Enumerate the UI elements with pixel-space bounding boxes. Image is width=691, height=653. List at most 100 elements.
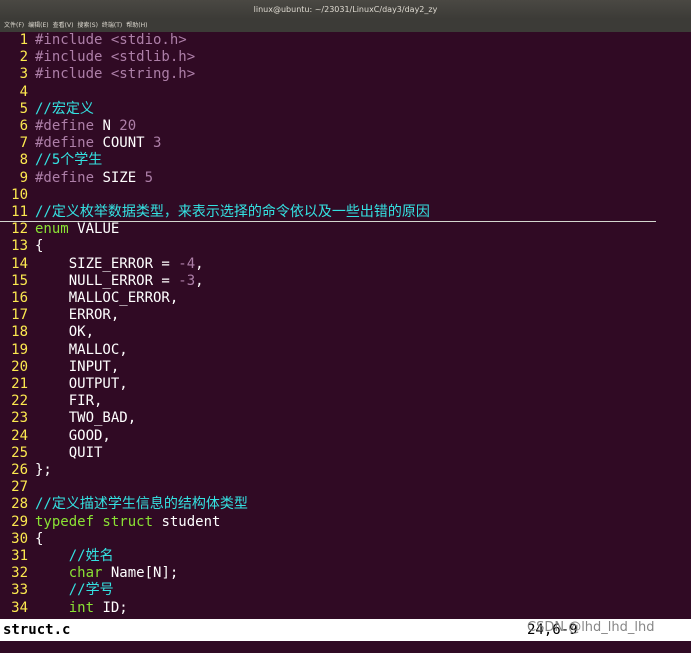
- code-text: ERROR,: [35, 307, 120, 323]
- code-line[interactable]: 31 //姓名: [0, 548, 691, 565]
- line-number: 3: [19, 66, 28, 82]
- line-number: 15: [11, 273, 28, 289]
- code-line[interactable]: 18 OK,: [0, 324, 691, 341]
- line-number: 1: [19, 32, 28, 48]
- code-token: TWO_BAD,: [35, 410, 137, 426]
- line-number: 14: [11, 256, 28, 272]
- menu-item[interactable]: 文件(F): [4, 22, 24, 29]
- code-line[interactable]: 7 #define COUNT 3: [0, 135, 691, 152]
- code-line[interactable]: 25 QUIT: [0, 445, 691, 462]
- code-token: typedef struct: [35, 514, 162, 530]
- menu-item[interactable]: 终端(T): [102, 22, 122, 29]
- code-text: //姓名: [35, 548, 114, 564]
- code-line[interactable]: 24 GOOD,: [0, 428, 691, 445]
- code-token: char: [68, 565, 111, 581]
- menu-item[interactable]: 搜索(S): [77, 22, 98, 29]
- line-number: 8: [19, 152, 28, 168]
- code-line[interactable]: 1 #include <stdio.h>: [0, 32, 691, 49]
- line-number: 34: [11, 600, 28, 616]
- code-text: int ID;: [35, 600, 128, 616]
- code-text: NULL_ERROR = -3,: [35, 273, 204, 289]
- code-line[interactable]: 34 int ID;: [0, 600, 691, 617]
- code-line[interactable]: 10: [0, 187, 691, 204]
- line-number: 6: [19, 118, 28, 134]
- code-line[interactable]: 26};: [0, 462, 691, 479]
- code-token: 20: [119, 118, 137, 134]
- line-number: 13: [11, 238, 28, 254]
- code-token: SIZE: [102, 170, 145, 186]
- code-token: //定义描述学生信息的结构体类型: [35, 496, 248, 512]
- code-line[interactable]: 16 MALLOC_ERROR,: [0, 290, 691, 307]
- code-text: GOOD,: [35, 428, 111, 444]
- code-token: OUTPUT,: [35, 376, 128, 392]
- code-text: #include <string.h>: [35, 66, 195, 82]
- code-line[interactable]: 32 char Name[N];: [0, 565, 691, 582]
- line-number: 26: [11, 462, 28, 478]
- line-number: 33: [11, 582, 28, 598]
- code-text: OK,: [35, 324, 94, 340]
- code-line[interactable]: 14 SIZE_ERROR = -4,: [0, 256, 691, 273]
- line-number: 29: [11, 514, 28, 530]
- code-line[interactable]: 8 //5个学生: [0, 152, 691, 169]
- code-token: 3: [153, 135, 162, 151]
- line-number: 31: [11, 548, 28, 564]
- code-token: -3: [178, 273, 196, 289]
- command-line[interactable]: [0, 641, 691, 653]
- code-text: //定义枚举数据类型，来表示选择的命令依以及一些出错的原因: [35, 204, 430, 220]
- code-text: {: [35, 238, 43, 254]
- code-text: FIR,: [35, 393, 103, 409]
- code-token: FIR,: [35, 393, 103, 409]
- code-line[interactable]: 3 #include <string.h>: [0, 66, 691, 83]
- line-number: 10: [11, 187, 28, 203]
- code-line[interactable]: 2 #include <stdlib.h>: [0, 49, 691, 66]
- code-token: <string.h>: [110, 66, 196, 82]
- code-token: {: [35, 238, 44, 254]
- code-text: #define COUNT 3: [35, 135, 161, 151]
- code-line[interactable]: 15 NULL_ERROR = -3,: [0, 273, 691, 290]
- code-line[interactable]: 23 TWO_BAD,: [0, 410, 691, 427]
- menu-item[interactable]: 帮助(H): [126, 22, 147, 29]
- code-token: <stdio.h>: [110, 32, 187, 48]
- code-line[interactable]: 20 INPUT,: [0, 359, 691, 376]
- code-token: N: [102, 118, 120, 134]
- code-token: ,: [195, 256, 204, 272]
- code-text: enum VALUE: [35, 221, 119, 237]
- window-title: linux@ubuntu: ~/23031/LinuxC/day3/day2_z…: [0, 0, 691, 19]
- code-line[interactable]: 12 enum VALUE: [0, 221, 691, 238]
- code-line[interactable]: 19 MALLOC,: [0, 342, 691, 359]
- code-line[interactable]: 4: [0, 84, 691, 101]
- code-text: INPUT,: [35, 359, 120, 375]
- code-token: Name[N];: [110, 565, 179, 581]
- code-line[interactable]: 27: [0, 479, 691, 496]
- code-line[interactable]: 33 //学号: [0, 582, 691, 599]
- code-line[interactable]: 22 FIR,: [0, 393, 691, 410]
- terminal-window: linux@ubuntu: ~/23031/LinuxC/day3/day2_z…: [0, 0, 691, 653]
- code-line[interactable]: 6 #define N 20: [0, 118, 691, 135]
- menu-item[interactable]: 查看(V): [53, 22, 74, 29]
- code-line[interactable]: 29 typedef struct student: [0, 514, 691, 531]
- code-line[interactable]: 9 #define SIZE 5: [0, 170, 691, 187]
- code-line[interactable]: 13 {: [0, 238, 691, 255]
- line-number: 9: [19, 170, 28, 186]
- code-line[interactable]: 28 //定义描述学生信息的结构体类型: [0, 496, 691, 513]
- code-line[interactable]: 11 //定义枚举数据类型，来表示选择的命令依以及一些出错的原因: [0, 204, 656, 222]
- code-text: #include <stdio.h>: [35, 32, 187, 48]
- code-line[interactable]: 30 {: [0, 531, 691, 548]
- code-line[interactable]: 17 ERROR,: [0, 307, 691, 324]
- code-token: ID;: [102, 600, 128, 616]
- line-number: 23: [11, 410, 28, 426]
- code-text: //5个学生: [35, 152, 102, 168]
- code-token: {: [35, 531, 44, 547]
- line-number: 20: [11, 359, 28, 375]
- menu-item[interactable]: 编辑(E): [28, 22, 48, 29]
- code-token: MALLOC_ERROR,: [35, 290, 179, 306]
- code-line[interactable]: 5 //宏定义: [0, 101, 691, 118]
- code-line[interactable]: 21 OUTPUT,: [0, 376, 691, 393]
- line-number: 27: [11, 479, 28, 495]
- vim-editor[interactable]: 1 #include <stdio.h> 2 #include <stdlib.h> 3…: [0, 32, 691, 619]
- code-text: typedef struct student: [35, 514, 220, 530]
- code-token: //宏定义: [35, 101, 94, 117]
- line-number: 25: [11, 445, 28, 461]
- code-text: #include <stdlib.h>: [35, 49, 195, 65]
